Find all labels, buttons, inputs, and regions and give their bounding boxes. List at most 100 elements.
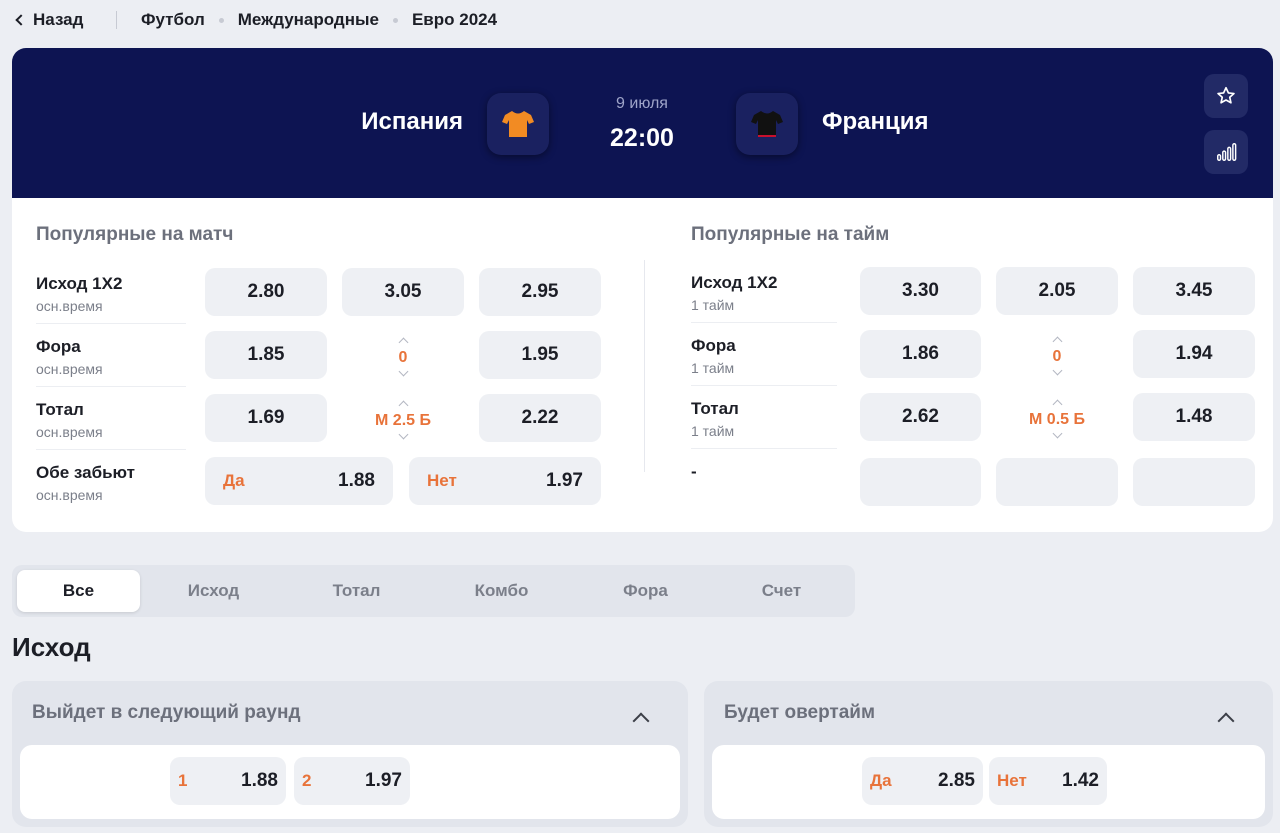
odd-button[interactable]: Нет 1.42 xyxy=(989,757,1107,805)
collapse-button[interactable] xyxy=(1214,705,1238,729)
market-label: Исход 1X2 осн.время xyxy=(36,274,186,314)
odd-button[interactable]: 1.94 xyxy=(1133,330,1255,378)
option-label: Нет xyxy=(427,471,457,490)
handicap-line-selector[interactable]: 0 xyxy=(342,331,464,379)
breadcrumb-item-sport[interactable]: Футбол xyxy=(141,10,205,30)
odd-button[interactable]: 1.69 xyxy=(205,394,327,442)
divider xyxy=(36,323,186,324)
breadcrumb-item-tournament[interactable]: Евро 2024 xyxy=(412,10,497,30)
odd-button[interactable]: 3.45 xyxy=(1133,267,1255,315)
odd-button[interactable]: 3.05 xyxy=(342,268,464,316)
market-period: осн.время xyxy=(36,298,103,314)
odd-button[interactable]: 3.30 xyxy=(860,267,981,315)
chevron-down-icon[interactable] xyxy=(398,366,408,376)
away-team-name: Франция xyxy=(822,108,929,135)
odd-button[interactable]: 1.48 xyxy=(1133,393,1255,441)
chevron-up-icon xyxy=(1217,712,1235,729)
market-period: осн.время xyxy=(36,361,103,377)
back-button[interactable]: Назад xyxy=(14,8,83,32)
option-label: Да xyxy=(870,771,892,790)
star-icon xyxy=(1217,86,1235,104)
odd-button[interactable]: 2 1.97 xyxy=(294,757,410,805)
market-name: - xyxy=(691,462,697,481)
option-odd: 1.88 xyxy=(241,770,278,791)
tab-score[interactable]: Счет xyxy=(720,570,843,612)
collapse-button[interactable] xyxy=(629,705,653,729)
match-time: 22:00 xyxy=(610,124,674,152)
card-title: Будет овертайм xyxy=(724,702,876,723)
market-label: Тотал 1 тайм xyxy=(691,399,841,439)
odd-button[interactable]: 2.05 xyxy=(996,267,1118,315)
breadcrumb-separator xyxy=(218,17,224,23)
chevron-down-icon[interactable] xyxy=(398,429,408,439)
option-label: Да xyxy=(223,471,245,490)
handicap-value: 0 xyxy=(1052,347,1062,365)
market-card-overtime: Будет овертайм Да 2.85 Нет 1.42 xyxy=(704,681,1273,827)
chevron-down-icon[interactable] xyxy=(1052,365,1062,375)
option-label: 1 xyxy=(178,771,188,790)
total-line-selector[interactable]: М 2.5 Б xyxy=(342,394,464,442)
market-name: Тотал xyxy=(691,399,739,418)
chevron-up-icon[interactable] xyxy=(1052,336,1062,346)
tab-handicap[interactable]: Фора xyxy=(584,570,707,612)
odd-button[interactable]: 1.86 xyxy=(860,330,981,378)
option-odd: 1.42 xyxy=(1062,770,1099,791)
odd-button[interactable]: 2.95 xyxy=(479,268,601,316)
chevron-up-icon[interactable] xyxy=(398,400,408,410)
popular-half-title: Популярные на тайм xyxy=(691,224,890,245)
away-jersey-icon xyxy=(736,93,798,155)
market-name: Фора xyxy=(691,336,736,355)
stats-icon xyxy=(1217,143,1237,161)
divider xyxy=(36,386,186,387)
favorite-button[interactable] xyxy=(1204,74,1248,118)
market-label: Фора 1 тайм xyxy=(691,336,841,376)
breadcrumb-separator xyxy=(392,17,398,23)
option-odd: 1.97 xyxy=(546,470,583,491)
market-card-next-round: Выйдет в следующий раунд 1 1.88 2 1.97 xyxy=(12,681,688,827)
tab-outcome[interactable]: Исход xyxy=(152,570,275,612)
total-line-selector[interactable]: М 0.5 Б xyxy=(996,393,1118,441)
chevron-up-icon xyxy=(632,712,650,729)
odd-button[interactable]: 1 1.88 xyxy=(170,757,286,805)
odd-button[interactable]: 1.85 xyxy=(205,331,327,379)
market-period: осн.время xyxy=(36,424,103,440)
match-header: Испания 9 июля 22:00 Франция xyxy=(12,48,1273,198)
top-nav: Назад Футбол Международные Евро 2024 xyxy=(0,0,1280,40)
divider xyxy=(116,11,117,29)
option-odd: 1.97 xyxy=(365,770,402,791)
option-odd: 1.88 xyxy=(338,470,375,491)
odd-placeholder xyxy=(996,458,1118,506)
handicap-value: 0 xyxy=(398,348,408,366)
chevron-left-icon xyxy=(15,14,27,26)
market-name: Тотал xyxy=(36,400,84,419)
match-date: 9 июля xyxy=(616,95,668,112)
odd-button[interactable]: Да 2.85 xyxy=(862,757,983,805)
odd-button-no[interactable]: Нет 1.97 xyxy=(409,457,601,505)
chevron-up-icon[interactable] xyxy=(398,337,408,347)
handicap-line-selector[interactable]: 0 xyxy=(996,330,1118,378)
market-period: осн.время xyxy=(36,487,103,503)
chevron-up-icon[interactable] xyxy=(1052,399,1062,409)
market-label: - xyxy=(691,462,841,482)
odd-placeholder xyxy=(860,458,981,506)
divider xyxy=(691,385,837,386)
market-name: Фора xyxy=(36,337,81,356)
statistics-button[interactable] xyxy=(1204,130,1248,174)
odd-button-yes[interactable]: Да 1.88 xyxy=(205,457,393,505)
market-name: Исход 1X2 xyxy=(36,274,123,293)
tab-total[interactable]: Тотал xyxy=(295,570,418,612)
home-jersey-icon xyxy=(487,93,549,155)
odd-button[interactable]: 2.80 xyxy=(205,268,327,316)
market-name: Исход 1X2 xyxy=(691,273,778,292)
chevron-down-icon[interactable] xyxy=(1052,428,1062,438)
odd-button[interactable]: 1.95 xyxy=(479,331,601,379)
breadcrumb: Футбол Международные Евро 2024 xyxy=(141,8,497,32)
back-label: Назад xyxy=(33,10,84,29)
odd-button[interactable]: 2.62 xyxy=(860,393,981,441)
odd-button[interactable]: 2.22 xyxy=(479,394,601,442)
tab-all[interactable]: Все xyxy=(17,570,140,612)
breadcrumb-item-category[interactable]: Международные xyxy=(238,10,379,30)
card-body: Да 2.85 Нет 1.42 xyxy=(712,745,1265,819)
tab-combo[interactable]: Комбо xyxy=(440,570,563,612)
section-title: Исход xyxy=(12,632,91,662)
